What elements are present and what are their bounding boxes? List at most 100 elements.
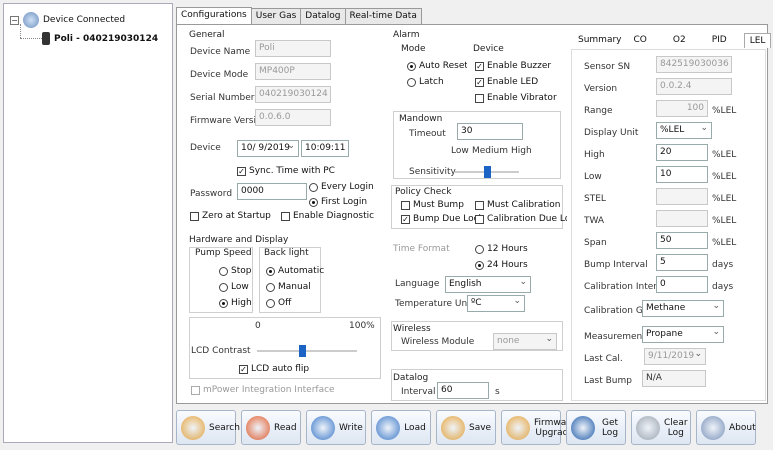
bump-due-lock-checkbox[interactable]: ✓ Bump Due Lock [401, 214, 484, 224]
high-label: High [584, 150, 605, 160]
tab-o2[interactable]: O2 [668, 33, 691, 48]
display-unit-select[interactable]: %LEL [656, 122, 712, 139]
first-login-radio[interactable]: First Login [309, 197, 367, 207]
serial-number-label: Serial Number [190, 93, 255, 103]
time-24h-radio[interactable]: 24 Hours [475, 260, 528, 270]
bump-interval-field[interactable]: 5 [656, 254, 708, 271]
write-button[interactable]: Write [306, 410, 366, 445]
stel-field[interactable] [656, 188, 708, 205]
device-date-picker[interactable]: 10/ 9/2019 [237, 140, 299, 157]
slider-thumb[interactable] [484, 166, 491, 178]
sync-time-label: Sync. Time with PC [249, 166, 335, 176]
timeout-field[interactable]: 30 [457, 123, 523, 140]
tab-lel[interactable]: LEL [743, 33, 772, 48]
tab-summary[interactable]: Summary [573, 33, 627, 48]
load-button[interactable]: Load [371, 410, 431, 445]
temperature-unit-select[interactable]: ºC [467, 295, 525, 312]
device-mode-field[interactable]: MP400P [255, 63, 331, 80]
calibration-due-lock-label: Calibration Due Lock [487, 214, 567, 224]
last-cal-label: Last Cal. [584, 354, 623, 364]
backlight-off-radio[interactable]: Off [266, 298, 291, 308]
last-cal-field[interactable]: 9/11/2019 [644, 348, 706, 365]
language-select[interactable]: English [445, 276, 531, 293]
pump-high-label: High [231, 298, 252, 308]
serial-number-field[interactable]: 040219030124 [255, 86, 331, 103]
time-12h-radio[interactable]: 12 Hours [475, 244, 528, 254]
pump-high-radio[interactable]: High [219, 298, 252, 308]
clear-log-button[interactable]: Clear Log [631, 410, 691, 445]
calibration-due-lock-checkbox[interactable]: Calibration Due Lock [475, 214, 567, 224]
sensitivity-slider[interactable] [455, 166, 519, 178]
last-bump-field[interactable]: N/A [642, 370, 706, 387]
check-icon: ✓ [237, 166, 246, 176]
mpower-integration-checkbox[interactable]: mPower Integration Interface [191, 385, 335, 395]
calibration-interval-field[interactable]: 0 [656, 276, 708, 293]
lcd-auto-flip-checkbox[interactable]: ✓ LCD auto flip [239, 364, 309, 374]
sensitivity-high-label: High [511, 146, 532, 156]
calibration-interval-unit: days [712, 282, 734, 292]
low-field[interactable]: 10 [656, 166, 708, 183]
about-button[interactable]: About [696, 410, 756, 445]
wireless-module-select[interactable]: none [493, 333, 557, 350]
enable-diagnostic-checkbox[interactable]: Enable Diagnostic [281, 211, 374, 221]
range-label: Range [584, 106, 613, 116]
interval-field[interactable]: 60 [437, 382, 489, 399]
sensor-sn-field[interactable]: 842519030036 [656, 56, 732, 73]
device-name-field[interactable]: Poli [255, 40, 331, 57]
high-field[interactable]: 20 [656, 144, 708, 161]
must-calibration-checkbox[interactable]: Must Calibration [475, 200, 561, 210]
every-login-radio[interactable]: Every Login [309, 182, 374, 192]
tab-pid[interactable]: PID [707, 33, 732, 48]
firmware-button[interactable]: Firmware Upgrade [501, 410, 575, 445]
about-label: About [729, 422, 756, 433]
read-button[interactable]: Read [241, 410, 301, 445]
pump-low-radio[interactable]: Low [219, 282, 249, 292]
firmware-icon [506, 415, 530, 440]
sensor-panel: Sensor SN 842519030036 Version 0.0.2.4 R… [571, 49, 766, 401]
version-field[interactable]: 0.0.2.4 [656, 78, 732, 95]
latch-label: Latch [419, 77, 444, 87]
tab-co[interactable]: CO [629, 33, 652, 48]
device-tree[interactable]: − Device Connected Poli - 040219030124 [3, 3, 173, 443]
twa-field[interactable] [656, 210, 708, 227]
firmware-version-field[interactable]: 0.0.6.0 [255, 109, 331, 126]
span-field[interactable]: 50 [656, 232, 708, 249]
measurement-gas-select[interactable]: Propane [642, 326, 724, 343]
lcd-auto-flip-label: LCD auto flip [251, 364, 310, 374]
tree-device-item[interactable]: Poli - 040219030124 [42, 32, 158, 45]
load-icon [376, 415, 400, 440]
time-24h-label: 24 Hours [487, 260, 528, 270]
lcd-contrast-slider[interactable] [257, 345, 357, 357]
hardware-display-title: Hardware and Display [189, 235, 289, 245]
save-button[interactable]: Save [436, 410, 496, 445]
get-log-button[interactable]: Get Log [566, 410, 626, 445]
calibration-gas-select[interactable]: Methane [642, 300, 724, 317]
backlight-manual-radio[interactable]: Manual [266, 282, 311, 292]
tree-root[interactable]: − Device Connected [10, 12, 125, 28]
latch-radio[interactable]: Latch [407, 77, 444, 87]
tab-user-gas[interactable]: User Gas [250, 8, 302, 24]
backlight-automatic-radio[interactable]: Automatic [266, 266, 324, 276]
enable-led-checkbox[interactable]: ✓ Enable LED [475, 77, 538, 87]
zero-at-startup-checkbox[interactable]: Zero at Startup [190, 211, 271, 221]
enable-vibrator-checkbox[interactable]: Enable Vibrator [475, 93, 557, 103]
enable-led-label: Enable LED [487, 77, 539, 87]
tab-datalog[interactable]: Datalog [300, 8, 346, 24]
tab-configurations[interactable]: Configurations [176, 7, 252, 25]
range-field[interactable]: 100 [656, 100, 708, 117]
must-bump-checkbox[interactable]: Must Bump [401, 200, 464, 210]
load-label: Load [404, 422, 426, 433]
gas-detector-icon [42, 32, 50, 45]
pump-stop-radio[interactable]: Stop [219, 266, 251, 276]
device-time-spinner[interactable]: 10:09:11 [301, 140, 349, 157]
search-button[interactable]: Search [176, 410, 240, 445]
password-field[interactable]: 0000 [237, 183, 307, 200]
tab-real-time-data[interactable]: Real-time Data [344, 8, 422, 24]
collapse-icon[interactable]: − [10, 15, 19, 25]
range-unit: %LEL [712, 106, 737, 116]
twa-unit: %LEL [712, 216, 737, 226]
sync-time-checkbox[interactable]: ✓ Sync. Time with PC [237, 166, 335, 176]
enable-buzzer-checkbox[interactable]: ✓ Enable Buzzer [475, 61, 551, 71]
slider-thumb[interactable] [299, 345, 306, 357]
auto-reset-radio[interactable]: Auto Reset [407, 61, 467, 71]
